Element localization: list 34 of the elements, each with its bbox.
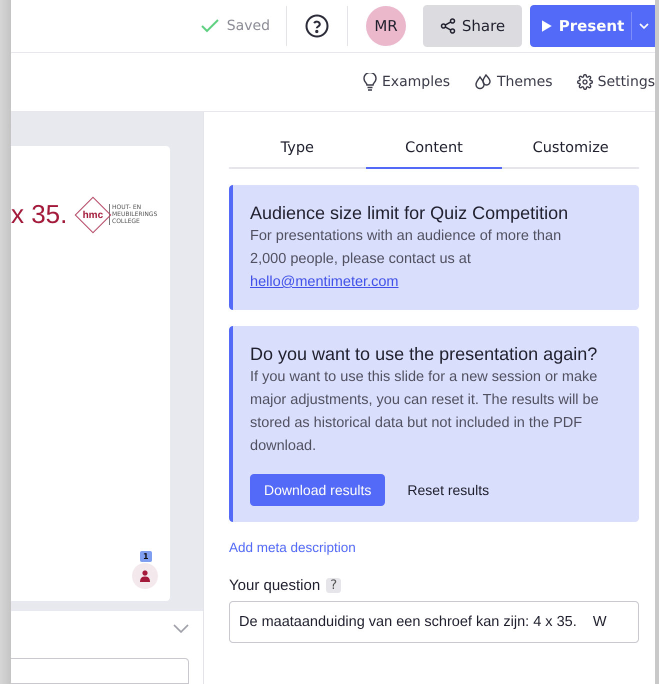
notice-text: For presentations with an audience of more than 2,000 people, please contact us at: [250, 227, 562, 269]
share-icon: [440, 18, 456, 34]
meta-description-link[interactable]: Add meta description: [229, 540, 356, 555]
lightbulb-icon: [362, 73, 377, 91]
toolbar-button[interactable]: Themes: [474, 74, 553, 90]
help-button[interactable]: ?: [326, 578, 342, 593]
tab[interactable]: Content: [366, 129, 502, 169]
share-button[interactable]: Share: [423, 5, 522, 47]
reset-button[interactable]: Reset results: [393, 474, 504, 506]
chevron-down-icon[interactable]: [173, 624, 189, 634]
person-icon: [140, 570, 150, 582]
settings-icon: [576, 74, 593, 90]
saved-status: Saved: [226, 18, 270, 34]
user-avatar[interactable]: MR: [366, 6, 406, 46]
email-link[interactable]: hello@mentimeter.com: [250, 271, 398, 294]
slide-title: x 35.: [11, 199, 68, 230]
notice-title: Audience size limit for Quiz Competition: [250, 202, 570, 225]
notice-text: If you want to use this slide for a new session or make major adjustments, you can reset it. The results will be stored as historical data but not included in the PDF download.: [250, 368, 599, 456]
tab[interactable]: Type: [229, 129, 366, 169]
present-button[interactable]: Present: [530, 5, 655, 47]
play-icon: [542, 19, 552, 33]
input-field[interactable]: [11, 658, 189, 684]
question-input[interactable]: De maataanduiding van een schroef kan zijn: 4 x 35. W: [229, 601, 639, 643]
participant-count: 1: [140, 551, 152, 562]
droplets-icon: [474, 74, 492, 90]
notice-title: Do you want to use the presentation again?: [250, 343, 598, 366]
toolbar-button[interactable]: Examples: [362, 73, 450, 91]
checkmark-icon: [200, 19, 219, 33]
question-label: Your question: [229, 577, 320, 594]
toolbar-button[interactable]: Settings: [576, 74, 655, 90]
download-button[interactable]: Download results: [250, 474, 386, 506]
tab[interactable]: Customize: [502, 129, 640, 169]
help-icon[interactable]: [305, 14, 329, 38]
caret-icon[interactable]: [638, 22, 650, 30]
